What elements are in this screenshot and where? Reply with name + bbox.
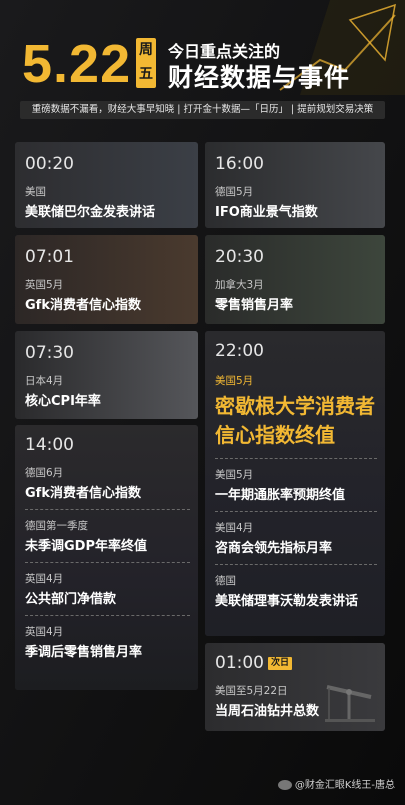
event-title: 季调后零售销售月率 [25,645,143,660]
event-title-highlight: 密歇根大学消费者信心指数终值 [215,394,375,447]
event-country: 美国5月 [215,469,254,481]
date-display: 5.22 [22,34,132,94]
event-card-0701[interactable]: 07:01 英国5月 Gfk消费者信心指数 [15,235,198,324]
header-title: 财经数据与事件 [168,63,351,92]
event-title: IFO商业景气指数 [215,205,318,220]
event-country: 德国 [215,575,236,587]
event-card-0100[interactable]: 01:00 次日 美国至5月22日 当周石油钻井总数 [205,643,385,731]
event-country-highlight: 美国5月 [215,375,254,387]
watermark: @财金汇眼K线王-唐总 [277,776,395,791]
next-day-badge: 次日 [268,657,293,670]
event-card-1600[interactable]: 16:00 德国5月 IFO商业景气指数 [205,142,385,228]
header: 5.22 周 五 今日重点关注的 财经数据与事件 [0,0,405,100]
weekday-badge: 周 五 [136,38,156,88]
event-time: 01:00 [215,653,264,673]
event-title: 未季调GDP年率终值 [25,539,147,554]
divider [215,458,377,459]
event-card-0020[interactable]: 00:20 美国 美联储巴尔金发表讲话 [15,142,198,228]
weekday-char: 周 [139,42,153,58]
event-title: 当周石油钻井总数 [215,704,320,719]
event-time: 14:00 [25,435,74,455]
event-title: Gfk消费者信心指数 [25,298,141,313]
divider [25,509,190,510]
event-country: 英国4月 [25,626,64,638]
event-title: 美联储理事沃勒发表讲话 [215,594,359,609]
event-time: 22:00 [215,341,264,361]
event-time: 20:30 [215,247,264,267]
event-card-2030[interactable]: 20:30 加拿大3月 零售销售月率 [205,235,385,324]
event-title: 美联储巴尔金发表讲话 [25,205,156,220]
event-country: 德国第一季度 [25,520,88,532]
event-time: 07:30 [25,343,74,363]
event-time: 16:00 [215,154,264,174]
event-time: 00:20 [25,154,74,174]
event-country: 英国4月 [25,573,64,585]
event-country: 美国 [25,186,46,198]
event-country: 美国至5月22日 [215,685,288,697]
event-country: 德国5月 [215,186,254,198]
tagline: 重磅数据不漏看，财经大事早知晓 | 打开金十数据—「日历」 | 提前规划交易决策 [20,101,385,119]
watermark-text: @财金汇眼K线王-唐总 [294,780,395,791]
event-country: 英国5月 [25,279,64,291]
event-country: 加拿大3月 [215,279,264,291]
event-country: 日本4月 [25,375,64,387]
divider [25,615,190,616]
weibo-icon [277,780,292,790]
divider [25,562,190,563]
event-title: 一年期通胀率预期终值 [215,488,346,503]
event-title: 公共部门净借款 [25,592,117,607]
event-country: 德国6月 [25,467,64,479]
event-card-1400[interactable]: 14:00 德国6月 Gfk消费者信心指数 德国第一季度 未季调GDP年率终值 … [15,425,198,690]
event-card-2200[interactable]: 22:00 美国5月 密歇根大学消费者信心指数终值 美国5月 一年期通胀率预期终… [205,331,385,636]
divider [215,511,377,512]
event-title: 咨商会领先指标月率 [215,541,333,556]
event-time: 07:01 [25,247,74,267]
event-card-0730[interactable]: 07:30 日本4月 核心CPI年率 [15,331,198,419]
event-title: 零售销售月率 [215,298,294,313]
event-title: Gfk消费者信心指数 [25,486,141,501]
event-country: 美国4月 [215,522,254,534]
divider [215,564,377,565]
weekday-char: 五 [139,66,153,82]
event-title: 核心CPI年率 [25,394,101,409]
